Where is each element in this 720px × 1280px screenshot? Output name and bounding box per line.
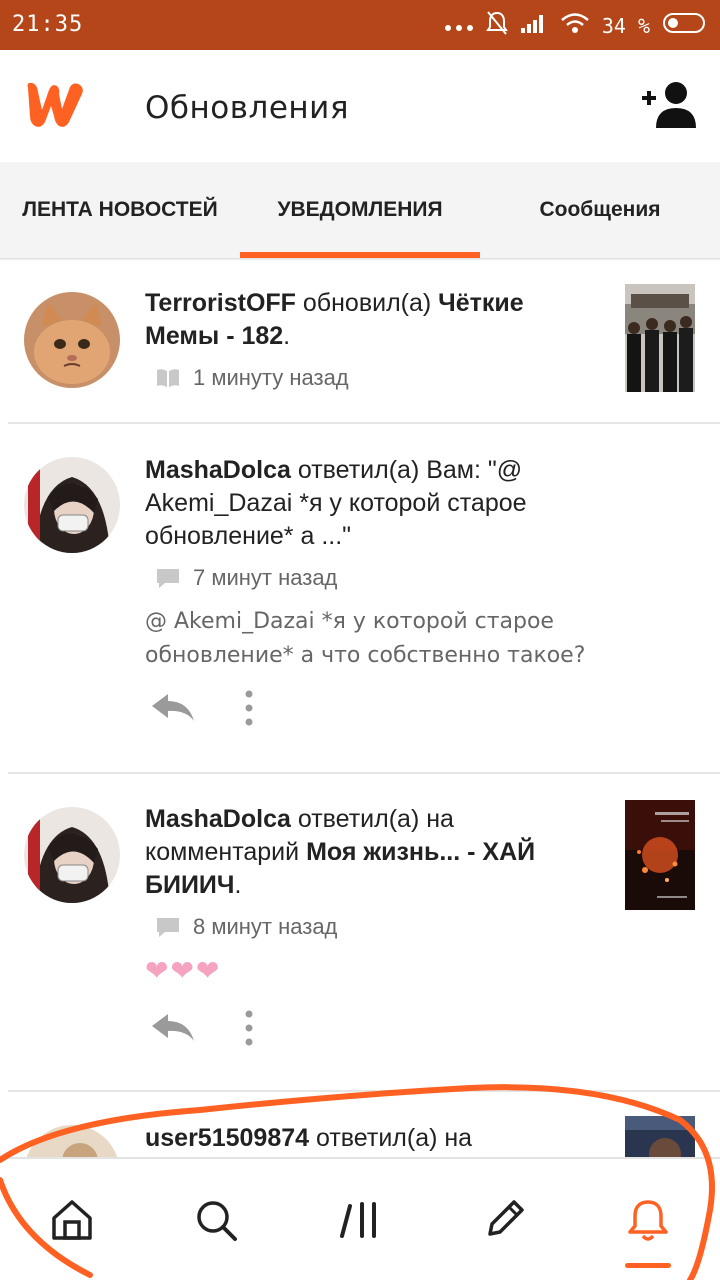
home-icon[interactable] bbox=[48, 1196, 96, 1244]
comment-icon bbox=[157, 569, 179, 588]
nav-write[interactable] bbox=[432, 1159, 576, 1280]
notification-content: MashaDolca ответил(а) на комментарий Моя… bbox=[145, 803, 595, 987]
notification-time: 7 минут назад bbox=[193, 565, 338, 590]
status-icons: 34 % bbox=[444, 10, 708, 41]
more-dots-icon bbox=[444, 14, 474, 38]
search-icon[interactable] bbox=[192, 1196, 240, 1244]
notification-item[interactable]: MashaDolca ответил(а) Вам: "@ Akemi_Daza… bbox=[0, 424, 720, 774]
mute-bell-icon bbox=[485, 10, 508, 41]
tab-news-feed[interactable]: ЛЕНТА НОВОСТЕЙ bbox=[0, 162, 240, 258]
notification-item[interactable]: TerroristOFF обновил(а) Чёткие Мемы - 18… bbox=[0, 262, 720, 424]
notification-text: user51509874 ответил(а) на bbox=[145, 1122, 595, 1155]
library-icon[interactable] bbox=[336, 1196, 384, 1244]
suffix-text: . bbox=[283, 322, 291, 350]
nav-library[interactable] bbox=[288, 1159, 432, 1280]
comment-preview: @ Akemi_Dazai *я у которой старое обновл… bbox=[145, 609, 586, 668]
nav-search[interactable] bbox=[144, 1159, 288, 1280]
more-options-icon[interactable] bbox=[244, 690, 254, 726]
notification-feed[interactable]: TerroristOFF обновил(а) Чёткие Мемы - 18… bbox=[0, 262, 720, 1157]
notification-time: 8 минут назад bbox=[193, 914, 338, 939]
notification-time: 1 минуту назад bbox=[193, 365, 349, 390]
comment-hearts: ❤❤❤ bbox=[145, 955, 222, 986]
tab-bar: ЛЕНТА НОВОСТЕЙ УВЕДОМЛЕНИЯ Сообщения bbox=[0, 162, 720, 258]
avatar[interactable] bbox=[24, 807, 120, 903]
notification-content: TerroristOFF обновил(а) Чёткие Мемы - 18… bbox=[145, 287, 595, 391]
add-user-icon[interactable] bbox=[638, 80, 698, 130]
username-link[interactable]: MashaDolca bbox=[145, 805, 291, 833]
username-link[interactable]: TerroristOFF bbox=[145, 289, 296, 317]
story-cover-thumbnail[interactable] bbox=[625, 800, 695, 910]
username-link[interactable]: user51509874 bbox=[145, 1124, 309, 1152]
suffix-text: . bbox=[234, 871, 242, 899]
notification-text: MashaDolca ответил(а) на комментарий Моя… bbox=[145, 803, 595, 902]
story-cover-thumbnail[interactable] bbox=[625, 284, 695, 392]
status-time: 21:35 bbox=[12, 12, 84, 37]
avatar[interactable] bbox=[24, 292, 120, 388]
tab-messages[interactable]: Сообщения bbox=[480, 162, 720, 258]
notification-meta: 8 минут назад bbox=[145, 914, 595, 940]
wifi-icon bbox=[560, 12, 590, 39]
notification-content: MashaDolca ответил(а) Вам: "@ Akemi_Daza… bbox=[145, 454, 595, 673]
write-icon[interactable] bbox=[480, 1196, 528, 1244]
notification-item[interactable]: MashaDolca ответил(а) на комментарий Моя… bbox=[0, 774, 720, 1092]
notification-item[interactable]: user51509874 ответил(а) на bbox=[0, 1092, 720, 1157]
reply-icon[interactable] bbox=[150, 1013, 196, 1043]
wattpad-logo-icon[interactable] bbox=[22, 80, 88, 130]
username-link[interactable]: MashaDolca bbox=[145, 456, 291, 484]
action-text: обновил(а) bbox=[295, 289, 439, 317]
battery-percent: 34 % bbox=[601, 13, 650, 38]
book-icon bbox=[157, 369, 179, 387]
nav-notifications[interactable] bbox=[576, 1159, 720, 1280]
tab-notifications[interactable]: УВЕДОМЛЕНИЯ bbox=[240, 162, 480, 258]
battery-icon bbox=[662, 11, 708, 40]
avatar[interactable] bbox=[24, 457, 120, 553]
page-title: Обновления bbox=[145, 90, 349, 126]
story-cover-thumbnail[interactable] bbox=[625, 1116, 695, 1157]
bottom-navigation bbox=[0, 1157, 720, 1280]
notification-content: user51509874 ответил(а) на bbox=[145, 1122, 595, 1155]
bell-icon[interactable] bbox=[624, 1196, 672, 1244]
action-text: ответил(а) на bbox=[309, 1124, 473, 1152]
app-bar: Обновления bbox=[0, 50, 720, 162]
comment-icon bbox=[157, 918, 179, 937]
more-options-icon[interactable] bbox=[244, 1010, 254, 1046]
notification-text: MashaDolca ответил(а) Вам: "@ Akemi_Daza… bbox=[145, 454, 595, 553]
nav-home[interactable] bbox=[0, 1159, 144, 1280]
avatar[interactable] bbox=[24, 1125, 120, 1157]
reply-icon[interactable] bbox=[150, 693, 196, 723]
notification-meta: 7 минут назад bbox=[145, 565, 595, 591]
notification-meta: 1 минуту назад bbox=[145, 365, 595, 391]
comment-actions bbox=[150, 1010, 254, 1046]
notification-text: TerroristOFF обновил(а) Чёткие Мемы - 18… bbox=[145, 287, 595, 353]
status-bar: 21:35 34 % bbox=[0, 0, 720, 50]
signal-icon bbox=[520, 12, 548, 39]
comment-actions bbox=[150, 690, 254, 726]
tab-shadow bbox=[0, 258, 720, 261]
